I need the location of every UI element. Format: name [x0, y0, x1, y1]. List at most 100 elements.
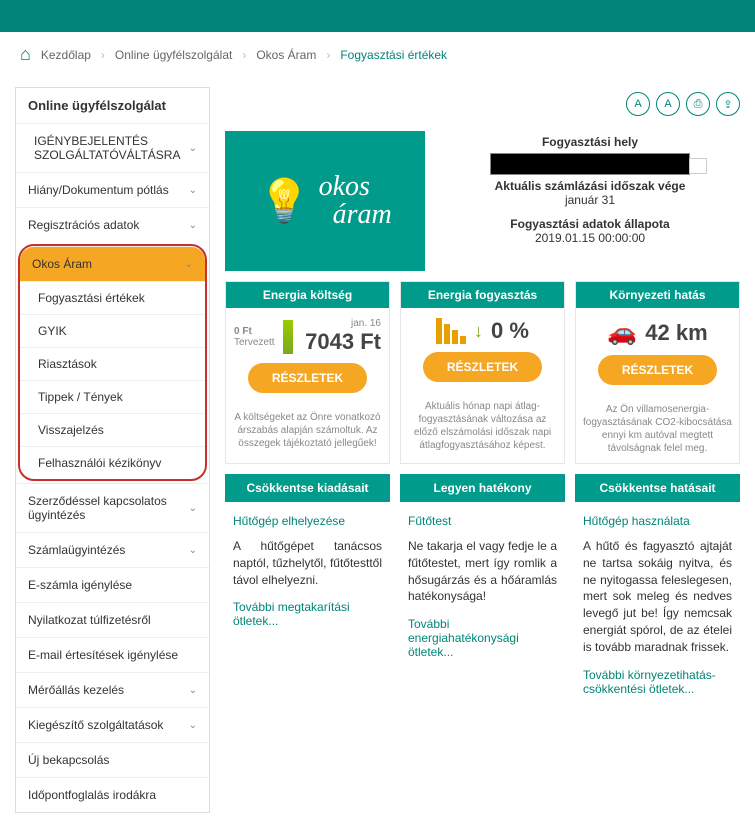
tip-efficiency: Legyen hatékony Fűtőtest Ne takarja el v…	[400, 474, 565, 708]
sidebar-item-label: Számlaügyintézés	[28, 543, 125, 557]
main-content: A A ⎙ ⇪ 💡 okos áram Fogyasztási hely Akt…	[225, 87, 740, 813]
card-environmental: Környezeti hatás 🚗 42 km RÉSZLETEK Az Ön…	[575, 281, 740, 464]
sidebar-item-label: Mérőállás kezelés	[28, 683, 124, 697]
tip-text: A hűtőgépet tanácsos naptól, tűzhelytől,…	[233, 538, 382, 588]
period-value: január 31	[440, 193, 740, 207]
chevron-down-icon: ⌄	[189, 185, 197, 196]
chevron-down-icon: ⌄	[189, 143, 197, 154]
sidebar-title: Online ügyfélszolgálat	[16, 88, 209, 123]
sidebar: Online ügyfélszolgálat IGÉNYBEJELENTÉS S…	[15, 87, 210, 813]
sidebar-item[interactable]: E-mail értesítések igénylése	[16, 637, 209, 672]
chevron-down-icon: ⌄	[189, 545, 197, 556]
sidebar-subitem[interactable]: Felhasználói kézikönyv	[20, 446, 205, 479]
env-value: 42 km	[645, 320, 707, 346]
chevron-right-icon: ›	[101, 48, 105, 62]
card-energy-cost: Energia költség 0 Ft Tervezett jan. 16 7…	[225, 281, 390, 464]
arrow-down-icon: ↓	[474, 321, 483, 342]
tip-header: Legyen hatékony	[400, 474, 565, 502]
location-select[interactable]	[490, 153, 690, 175]
tip-text: A hűtő és fagyasztó ajtaját ne tartsa so…	[583, 538, 732, 656]
state-value: 2019.01.15 00:00:00	[440, 231, 740, 245]
logo-line2: áram	[319, 201, 392, 229]
sidebar-item[interactable]: E-számla igénylése	[16, 567, 209, 602]
sidebar-item-label: E-számla igénylése	[28, 578, 132, 592]
sidebar-item[interactable]: Új bekapcsolás	[16, 742, 209, 777]
chevron-right-icon: ›	[326, 48, 330, 62]
sidebar-item-label: Kiegészítő szolgáltatások	[28, 718, 163, 732]
details-button[interactable]: RÉSZLETEK	[248, 363, 367, 393]
bar-icon	[283, 320, 293, 354]
date-label: jan. 16	[301, 318, 381, 329]
sidebar-item-label: Időpontfoglalás irodákra	[28, 788, 156, 802]
tip-header: Csökkentse hatásait	[575, 474, 740, 502]
sidebar-item[interactable]: Hiány/Dokumentum pótlás ⌄	[16, 172, 209, 207]
logo-line1: okos	[319, 173, 392, 201]
location-label: Fogyasztási hely	[440, 135, 740, 149]
chevron-right-icon: ›	[242, 48, 246, 62]
tip-title: Fűtőtest	[408, 514, 557, 528]
chevron-down-icon: ⌄	[185, 259, 193, 270]
info-panel: Fogyasztási hely Aktuális számlázási idő…	[440, 131, 740, 271]
details-button[interactable]: RÉSZLETEK	[598, 355, 717, 385]
active-menu-group: Okos Áram ⌄ Fogyasztási értékek GYIK Rias…	[18, 244, 207, 481]
breadcrumb-item[interactable]: Kezdőlap	[41, 48, 91, 62]
sidebar-subitem[interactable]: Tippek / Tények	[20, 380, 205, 413]
car-icon: 🚗	[607, 318, 637, 347]
sidebar-item[interactable]: Mérőállás kezelés ⌄	[16, 672, 209, 707]
planned-sub: 0 Ft Tervezett	[234, 326, 275, 348]
bulb-icon: 💡	[258, 177, 310, 226]
sidebar-item-label: Új bekapcsolás	[28, 753, 109, 767]
sidebar-item[interactable]: Nyilatkozat túlfizetésről	[16, 602, 209, 637]
sidebar-item-label: Regisztrációs adatok	[28, 218, 139, 232]
card-energy-consumption: Energia fogyasztás ↓ 0 % RÉSZLETEK Aktuá…	[400, 281, 565, 464]
period-label: Aktuális számlázási időszak vége	[440, 179, 740, 193]
tip-link[interactable]: További energiahatékonysági ötletek...	[408, 617, 557, 659]
chevron-down-icon: ⌄	[189, 720, 197, 731]
logo-card: 💡 okos áram	[225, 131, 425, 271]
sidebar-item-label: Nyilatkozat túlfizetésről	[28, 613, 151, 627]
tip-savings: Csökkentse kiadásait Hűtőgép elhelyezése…	[225, 474, 390, 708]
card-header: Energia fogyasztás	[401, 282, 564, 308]
sidebar-item[interactable]: Időpontfoglalás irodákra	[16, 777, 209, 812]
home-icon[interactable]: ⌂	[20, 44, 31, 65]
sidebar-item-label: Hiány/Dokumentum pótlás	[28, 183, 169, 197]
sidebar-subitem[interactable]: Fogyasztási értékek	[20, 281, 205, 314]
details-button[interactable]: RÉSZLETEK	[423, 352, 542, 382]
sidebar-item-label: IGÉNYBEJELENTÉS SZOLGÁLTATÓVÁLTÁSRA	[34, 134, 189, 162]
breadcrumb-current: Fogyasztási értékek	[340, 48, 447, 62]
card-note: A költségeket az Önre vonatkozó árszabás…	[226, 403, 389, 458]
share-icon[interactable]: ⇪	[716, 92, 740, 116]
tip-title: Hűtőgép használata	[583, 514, 732, 528]
sidebar-subitem[interactable]: Riasztások	[20, 347, 205, 380]
state-label: Fogyasztási adatok állapota	[440, 217, 740, 231]
sidebar-item-okosaram[interactable]: Okos Áram ⌄	[20, 246, 205, 281]
sidebar-item[interactable]: Számlaügyintézés ⌄	[16, 532, 209, 567]
print-icon[interactable]: ⎙	[686, 92, 710, 116]
sidebar-item[interactable]: Kiegészítő szolgáltatások ⌄	[16, 707, 209, 742]
breadcrumb-item[interactable]: Online ügyfélszolgálat	[115, 48, 232, 62]
breadcrumb-item[interactable]: Okos Áram	[256, 48, 316, 62]
card-note: Aktuális hónap napi átlag-fogyasztásának…	[401, 392, 564, 460]
sidebar-item[interactable]: IGÉNYBEJELENTÉS SZOLGÁLTATÓVÁLTÁSRA⌄	[16, 123, 209, 172]
cost-value: 7043 Ft	[301, 329, 381, 355]
font-decrease-icon[interactable]: A	[626, 92, 650, 116]
tip-environment: Csökkentse hatásait Hűtőgép használata A…	[575, 474, 740, 708]
sidebar-item-label: Szerződéssel kapcsolatos ügyintézés	[28, 494, 189, 522]
card-header: Környezeti hatás	[576, 282, 739, 308]
sidebar-subitem[interactable]: GYIK	[20, 314, 205, 347]
tip-link[interactable]: További megtakarítási ötletek...	[233, 600, 382, 628]
topbar	[0, 0, 755, 32]
breadcrumb: ⌂ Kezdőlap › Online ügyfélszolgálat › Ok…	[0, 32, 755, 77]
sidebar-item-label: Okos Áram	[32, 257, 92, 271]
sidebar-subitem[interactable]: Visszajelzés	[20, 413, 205, 446]
card-header: Energia költség	[226, 282, 389, 308]
chevron-down-icon: ⌄	[189, 685, 197, 696]
sidebar-item[interactable]: Regisztrációs adatok⌄	[16, 207, 209, 242]
sidebar-item-label: E-mail értesítések igénylése	[28, 648, 178, 662]
tip-text: Ne takarja el vagy fedje le a fűtőtestet…	[408, 538, 557, 605]
tip-link[interactable]: További környezetihatás-csökkentési ötle…	[583, 668, 732, 696]
tip-title: Hűtőgép elhelyezése	[233, 514, 382, 528]
sidebar-item[interactable]: Szerződéssel kapcsolatos ügyintézés⌄	[16, 483, 209, 532]
font-increase-icon[interactable]: A	[656, 92, 680, 116]
card-note: Az Ön villamosenergia-fogyasztásának CO2…	[576, 395, 739, 463]
